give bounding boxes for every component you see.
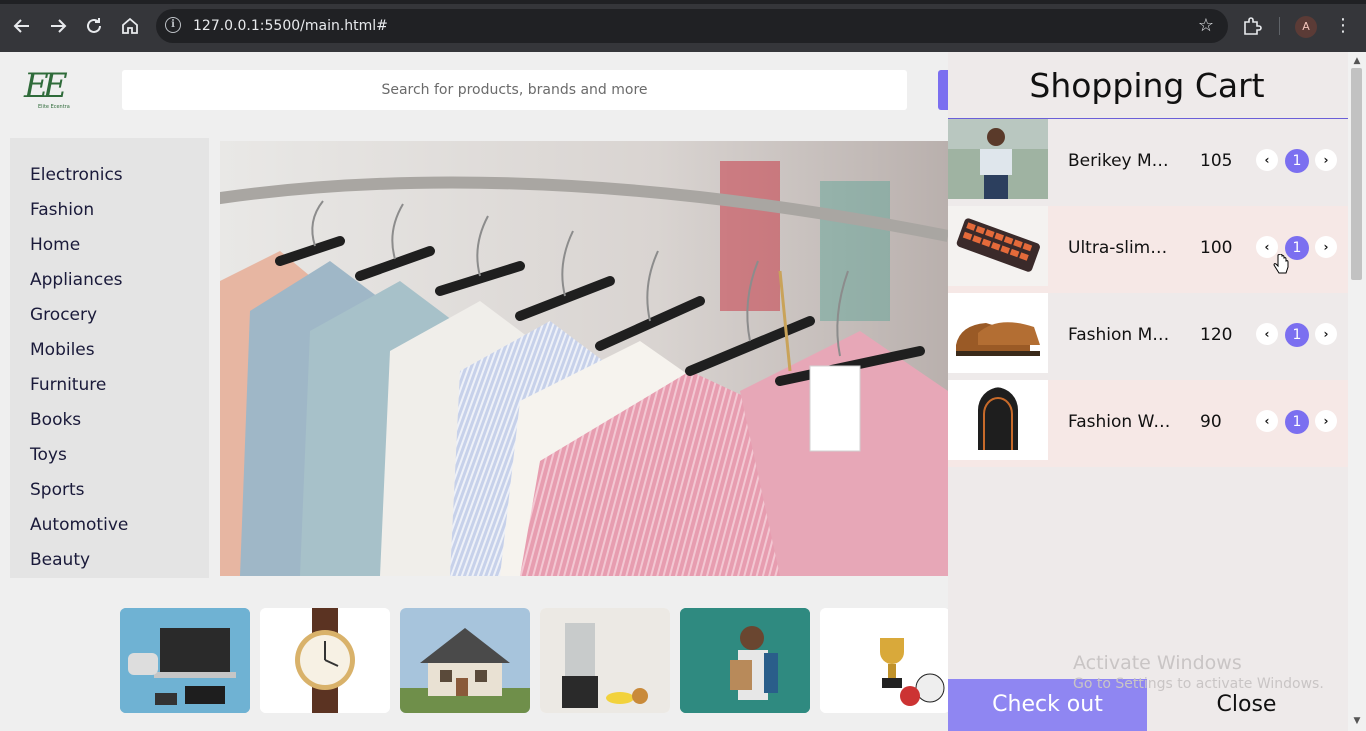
thumbnail-student-with-books[interactable] — [680, 608, 810, 713]
cart-item-price: 105 — [1200, 151, 1233, 171]
site-info-icon[interactable]: i — [165, 17, 181, 33]
hand-pointer-icon — [1273, 253, 1289, 280]
increase-qty-button[interactable]: › — [1315, 323, 1337, 345]
page-scrollbar[interactable]: ▲ ▼ — [1348, 52, 1366, 731]
search-button[interactable] — [938, 70, 948, 110]
search-bar[interactable] — [122, 70, 907, 110]
cart-item-name: Fashion Wo... — [1068, 412, 1172, 432]
cart-item-price: 90 — [1200, 412, 1222, 432]
thumbnail-house[interactable] — [400, 608, 530, 713]
thumbnail-blender-appliance[interactable] — [540, 608, 670, 713]
cart-item: Fashion Me... 120 ‹ 1 › — [948, 293, 1348, 380]
thumbnail-wrist-watch[interactable] — [260, 608, 390, 713]
forward-icon[interactable] — [46, 14, 70, 38]
decrease-qty-button[interactable]: ‹ — [1256, 410, 1278, 432]
category-item-fashion[interactable]: Fashion — [10, 197, 209, 232]
extensions-icon[interactable] — [1241, 15, 1263, 37]
cart-item-image — [948, 293, 1048, 373]
category-item-automotive[interactable]: Automotive — [10, 512, 209, 547]
watermark-subtitle: Go to Settings to activate Windows. — [1073, 676, 1324, 692]
category-item-grocery[interactable]: Grocery — [10, 302, 209, 337]
cart-item: Berikey Men... 105 ‹ 1 › — [948, 119, 1348, 206]
cart-item-name: Ultra-slim k... — [1068, 238, 1172, 258]
back-icon[interactable] — [10, 14, 34, 38]
home-icon[interactable] — [118, 14, 142, 38]
cart-item-image — [948, 206, 1048, 286]
cart-item-name: Fashion Me... — [1068, 325, 1172, 345]
category-item-sports[interactable]: Sports — [10, 477, 209, 512]
search-input[interactable] — [122, 70, 907, 110]
scroll-up-icon[interactable]: ▲ — [1352, 56, 1362, 66]
category-item-mobiles[interactable]: Mobiles — [10, 337, 209, 372]
cart-item: Fashion Wo... 90 ‹ 1 › — [948, 380, 1348, 467]
shopping-cart-panel: Shopping Cart Berikey Men... 105 ‹ 1 › U… — [948, 52, 1348, 731]
cart-item-qty: 1 — [1285, 149, 1309, 173]
increase-qty-button[interactable]: › — [1315, 410, 1337, 432]
scrollbar-thumb[interactable] — [1351, 68, 1362, 280]
site-logo[interactable]: EE Elite Ecentra — [24, 66, 88, 114]
category-item-furniture[interactable]: Furniture — [10, 372, 209, 407]
cart-item-price: 120 — [1200, 325, 1233, 345]
category-item-toys[interactable]: Toys — [10, 442, 209, 477]
site-header: EE Elite Ecentra — [0, 52, 948, 128]
url-text[interactable]: 127.0.0.1:5500/main.html# — [193, 18, 388, 34]
reload-icon[interactable] — [82, 14, 106, 38]
hero-banner-image[interactable] — [220, 141, 948, 576]
scroll-down-icon[interactable]: ▼ — [1352, 716, 1362, 726]
toolbar-separator — [1279, 17, 1280, 35]
decrease-qty-button[interactable]: ‹ — [1256, 323, 1278, 345]
logo-monogram: EE — [24, 66, 68, 106]
category-item-beauty[interactable]: Beauty — [10, 547, 209, 582]
category-sidebar: Electronics Fashion Home Appliances Groc… — [10, 138, 209, 578]
cart-title: Shopping Cart — [1029, 66, 1265, 105]
cart-item-qty: 1 — [1285, 323, 1309, 347]
thumbnail-sports-trophy[interactable] — [820, 608, 948, 713]
increase-qty-button[interactable]: › — [1315, 149, 1337, 171]
cart-item-image — [948, 119, 1048, 199]
decrease-qty-button[interactable]: ‹ — [1256, 149, 1278, 171]
cart-item-price: 100 — [1200, 238, 1233, 258]
category-item-electronics[interactable]: Electronics — [10, 162, 209, 197]
cart-item-image — [948, 380, 1048, 460]
category-item-home[interactable]: Home — [10, 232, 209, 267]
featured-thumbnails — [120, 608, 948, 713]
category-item-books[interactable]: Books — [10, 407, 209, 442]
browser-toolbar: i 127.0.0.1:5500/main.html# ☆ A ⋮ — [0, 0, 1366, 52]
profile-avatar[interactable]: A — [1295, 16, 1317, 38]
watermark-title: Activate Windows — [1073, 652, 1242, 674]
menu-dots-icon[interactable]: ⋮ — [1333, 14, 1353, 38]
activate-windows-watermark: Activate Windows Go to Settings to activ… — [1073, 652, 1324, 692]
logo-tagline: Elite Ecentra — [38, 104, 70, 110]
thumbnail-electronics-gadgets[interactable] — [120, 608, 250, 713]
tab-strip-edge — [0, 0, 1366, 4]
increase-qty-button[interactable]: › — [1315, 236, 1337, 258]
address-bar[interactable]: i 127.0.0.1:5500/main.html# ☆ — [156, 9, 1228, 43]
cart-item-name: Berikey Men... — [1068, 151, 1172, 171]
cart-item-qty: 1 — [1285, 410, 1309, 434]
bookmark-star-icon[interactable]: ☆ — [1198, 15, 1214, 36]
category-item-appliances[interactable]: Appliances — [10, 267, 209, 302]
